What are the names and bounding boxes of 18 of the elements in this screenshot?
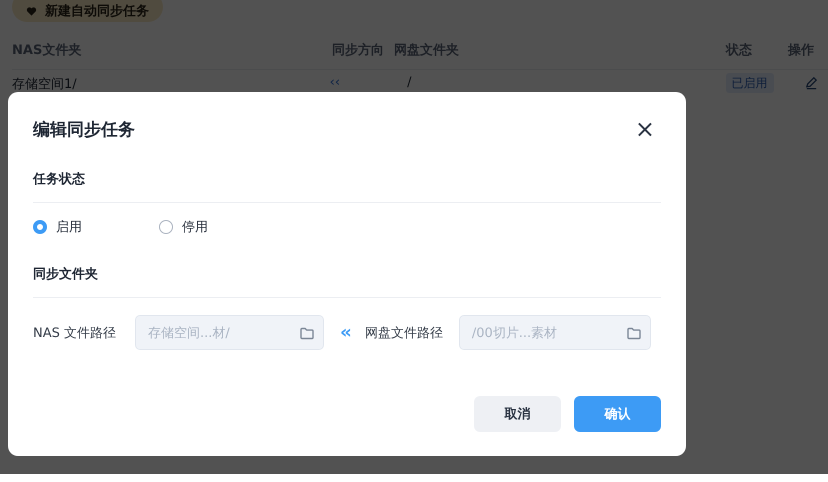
table-cell-text: 存储空间1/ (12, 76, 78, 93)
section-title: 任务状态 (33, 166, 661, 203)
heart-icon (26, 6, 37, 16)
radio-icon[interactable] (33, 220, 47, 234)
cancel-button[interactable]: 取消 (474, 396, 561, 432)
radio-icon[interactable] (159, 220, 173, 234)
direction-icon: ‹‹ (340, 322, 349, 343)
edit-icon[interactable] (804, 75, 819, 90)
radio-option[interactable]: 停用 (159, 218, 285, 236)
field-label: NAS 文件路径 (33, 324, 118, 342)
table-cell-text: / (407, 75, 413, 90)
dialog-title: 编辑同步任务 (33, 118, 135, 140)
close-button[interactable]: × (628, 117, 661, 141)
section-title: 同步文件夹 (33, 261, 661, 298)
status-tag: 已启用 (726, 73, 774, 93)
radio-option[interactable]: 启用 (33, 218, 159, 236)
direction-icon: ‹‹ (330, 75, 398, 90)
field-label: 网盘文件路径 (364, 324, 443, 342)
